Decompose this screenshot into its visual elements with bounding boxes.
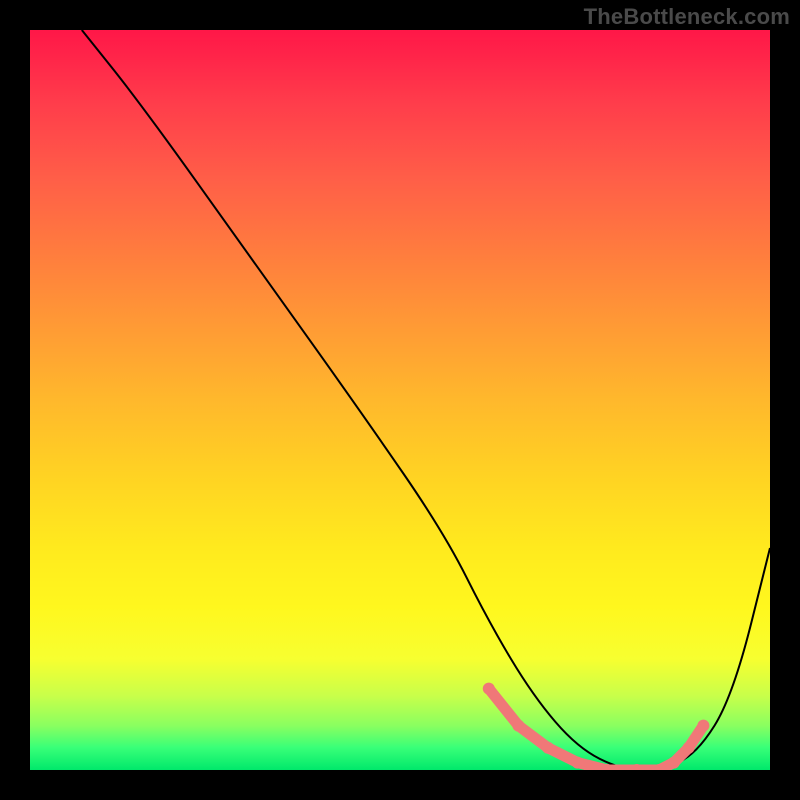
plot-area [30,30,770,770]
watermark-text: TheBottleneck.com [584,4,790,30]
chart-svg [30,30,770,770]
bottleneck-curve-line [82,30,770,770]
bottleneck-chart: TheBottleneck.com [0,0,800,800]
